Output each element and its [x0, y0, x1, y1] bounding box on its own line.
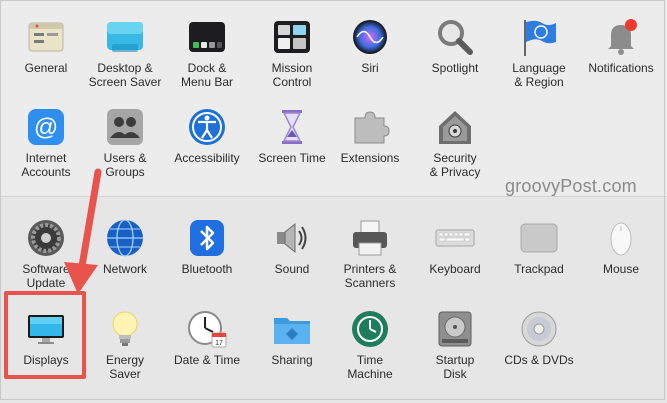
red-arrow-icon — [64, 168, 102, 294]
